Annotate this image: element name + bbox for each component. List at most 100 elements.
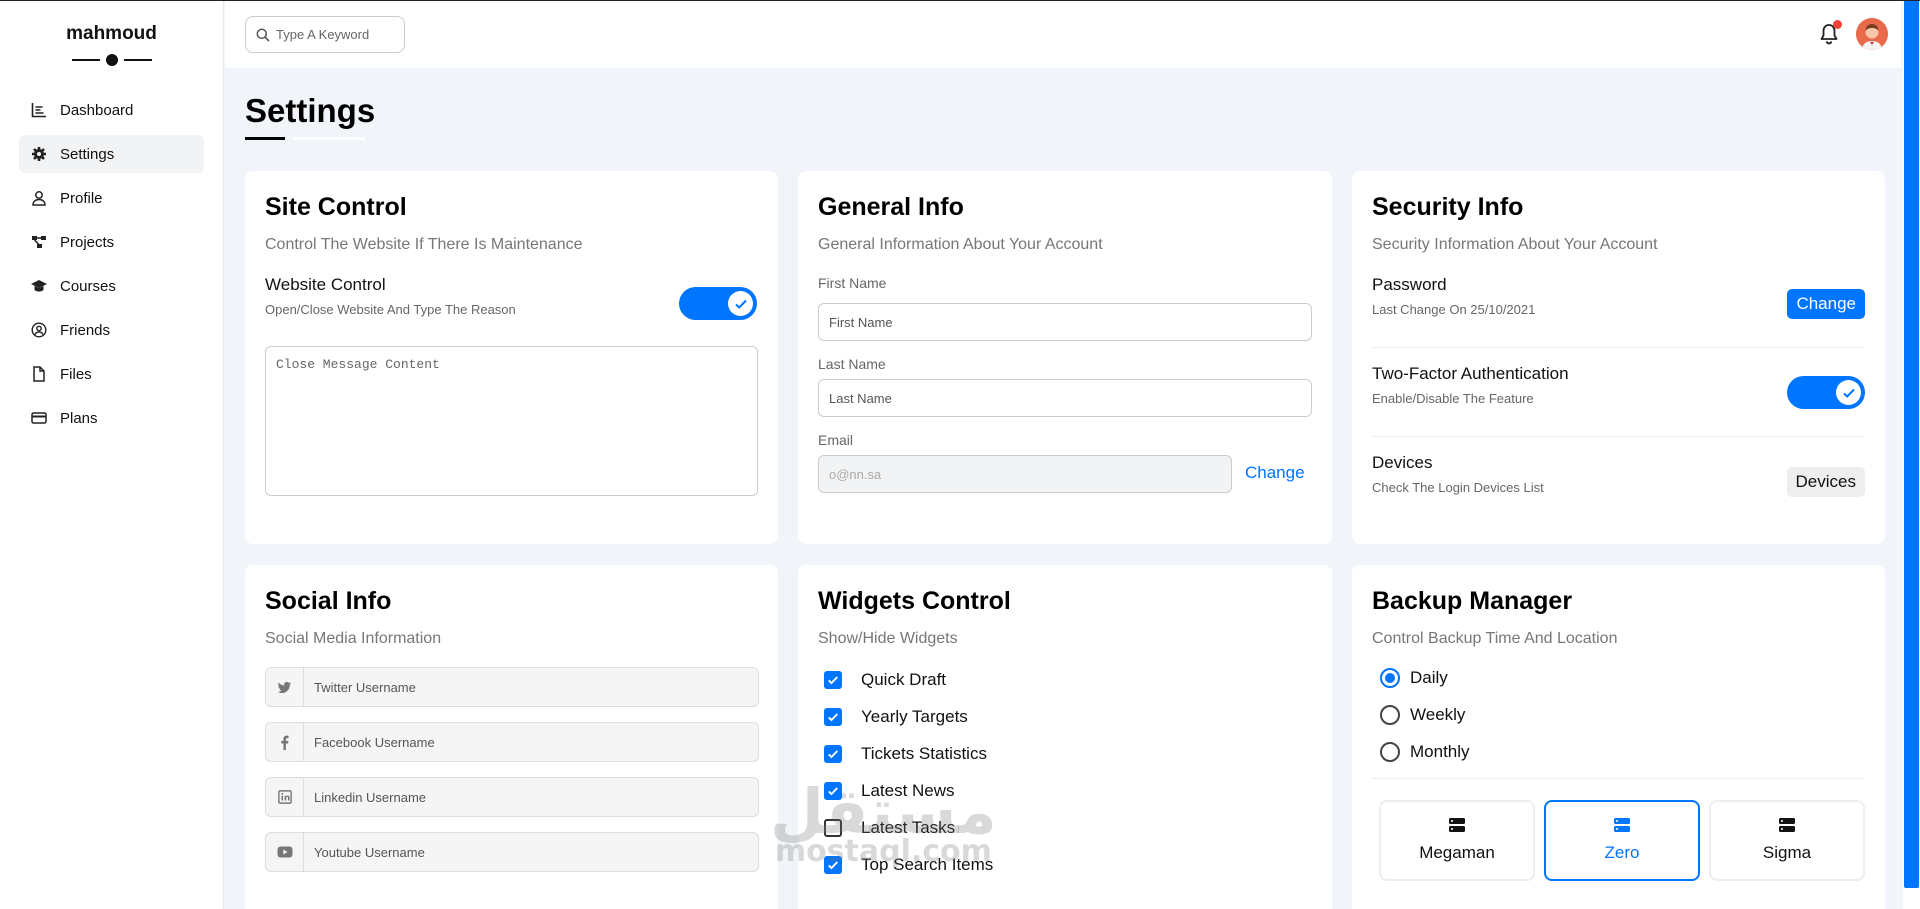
server-option-sigma[interactable]: Sigma (1709, 800, 1865, 881)
sidebar-item-label: Profile (60, 189, 103, 207)
brand-name: mahmoud (66, 23, 157, 44)
twitter-icon (266, 668, 304, 706)
last-name-label: Last Name (818, 356, 886, 372)
facebook-field (265, 722, 759, 762)
search-input[interactable] (276, 27, 396, 42)
checkbox-label: Quick Draft (861, 670, 947, 689)
card-title: Social Info (265, 587, 392, 615)
widget-checkbox-row[interactable]: Yearly Targets (824, 707, 968, 727)
brand-logo-icon (71, 53, 152, 67)
avatar[interactable] (1856, 18, 1888, 50)
widget-checkbox-row[interactable]: Quick Draft (824, 670, 946, 690)
card-title: Widgets Control (818, 587, 1011, 615)
card-subtitle: General Information About Your Account (818, 236, 1103, 253)
sidebar-item-projects[interactable]: Projects (19, 223, 204, 261)
devices-subtitle: Check The Login Devices List (1372, 480, 1544, 495)
general-info-card: General Info General Information About Y… (798, 171, 1332, 544)
facebook-icon (266, 723, 304, 761)
radio-button[interactable] (1380, 705, 1400, 725)
checkbox-checked[interactable] (824, 671, 842, 689)
sidebar-item-courses[interactable]: Courses (19, 267, 204, 305)
search-box[interactable] (245, 16, 405, 53)
top-border (0, 0, 1920, 1)
sidebar-nav: Dashboard Settings Profile Projects Cour… (0, 91, 223, 437)
backup-option-monthly[interactable]: Monthly (1380, 742, 1470, 762)
first-name-input[interactable] (818, 303, 1312, 341)
separator (1372, 436, 1865, 437)
youtube-icon (266, 833, 304, 871)
check-icon (828, 713, 838, 722)
linkedin-icon (266, 778, 304, 816)
diagram-project-icon (32, 236, 46, 248)
sidebar-item-dashboard[interactable]: Dashboard (19, 91, 204, 129)
radio-label: Daily (1410, 668, 1448, 687)
checkbox-checked[interactable] (824, 745, 842, 763)
sidebar-item-label: Plans (60, 409, 98, 427)
sidebar-item-label: Projects (60, 233, 115, 251)
server-label: Megaman (1419, 843, 1495, 862)
server-option-zero[interactable]: Zero (1544, 800, 1700, 881)
card-title: Security Info (1372, 193, 1524, 221)
facebook-username-input[interactable] (304, 734, 704, 750)
sidebar-item-plans[interactable]: Plans (19, 399, 204, 437)
first-name-label: First Name (818, 275, 887, 291)
linkedin-username-input[interactable] (304, 789, 704, 805)
notifications-button[interactable] (1818, 20, 1842, 46)
youtube-field (265, 832, 759, 872)
sidebar-item-profile[interactable]: Profile (19, 179, 204, 217)
email-input[interactable] (818, 455, 1232, 493)
card-subtitle: Security Information About Your Account (1372, 236, 1658, 253)
radio-button[interactable] (1380, 668, 1400, 688)
graduation-cap-icon (31, 280, 47, 292)
title-underline-light (293, 137, 365, 140)
sidebar-item-settings[interactable]: Settings (19, 135, 204, 173)
linkedin-field (265, 777, 759, 817)
user-icon (32, 191, 46, 206)
server-label: Zero (1604, 843, 1640, 862)
sidebar-item-friends[interactable]: Friends (19, 311, 204, 349)
scrollbar-thumb[interactable] (1904, 0, 1919, 888)
change-email-link[interactable]: Change (1245, 463, 1305, 483)
sidebar-item-label: Friends (60, 321, 111, 339)
card-subtitle: Social Media Information (265, 630, 442, 647)
website-control-title: Website Control (265, 275, 386, 294)
devices-button[interactable]: Devices (1786, 467, 1865, 497)
watermark-latin: mostaql.com (774, 834, 992, 869)
widget-checkbox-row[interactable]: Tickets Statistics (824, 744, 987, 764)
sidebar-item-files[interactable]: Files (19, 355, 204, 393)
toggle-knob (728, 291, 753, 316)
backup-option-daily[interactable]: Daily (1380, 668, 1448, 688)
website-control-subtitle: Open/Close Website And Type The Reason (265, 302, 516, 317)
youtube-username-input[interactable] (304, 844, 704, 860)
social-info-card: Social Info Social Media Information (245, 565, 778, 909)
server-icon (1779, 818, 1795, 832)
chart-line-icon (31, 103, 46, 118)
checkbox-checked[interactable] (824, 708, 842, 726)
change-password-button[interactable]: Change (1787, 289, 1865, 319)
backup-option-weekly[interactable]: Weekly (1380, 705, 1465, 725)
page-scrollbar[interactable] (1903, 0, 1920, 909)
website-control-toggle[interactable] (679, 287, 757, 320)
card-title: Site Control (265, 193, 407, 221)
radio-button[interactable] (1380, 742, 1400, 762)
password-title: Password (1372, 275, 1447, 294)
check-icon (828, 676, 838, 685)
close-message-textarea[interactable] (265, 346, 758, 496)
server-icon (1449, 818, 1465, 832)
last-name-input[interactable] (818, 379, 1312, 417)
two-factor-toggle[interactable] (1787, 376, 1865, 409)
file-icon (33, 366, 45, 382)
top-header (225, 1, 1901, 68)
separator (1372, 778, 1865, 779)
toggle-knob (1836, 380, 1861, 405)
radio-label: Weekly (1410, 705, 1466, 724)
security-info-card: Security Info Security Information About… (1352, 171, 1885, 544)
twitter-username-input[interactable] (304, 679, 704, 695)
server-icon (1614, 818, 1630, 832)
page-title: Settings (245, 92, 376, 129)
card-subtitle: Show/Hide Widgets (818, 630, 958, 647)
server-option-megaman[interactable]: Megaman (1379, 800, 1535, 881)
gear-icon (32, 147, 46, 161)
devices-title: Devices (1372, 453, 1433, 472)
card-title: General Info (818, 193, 964, 221)
